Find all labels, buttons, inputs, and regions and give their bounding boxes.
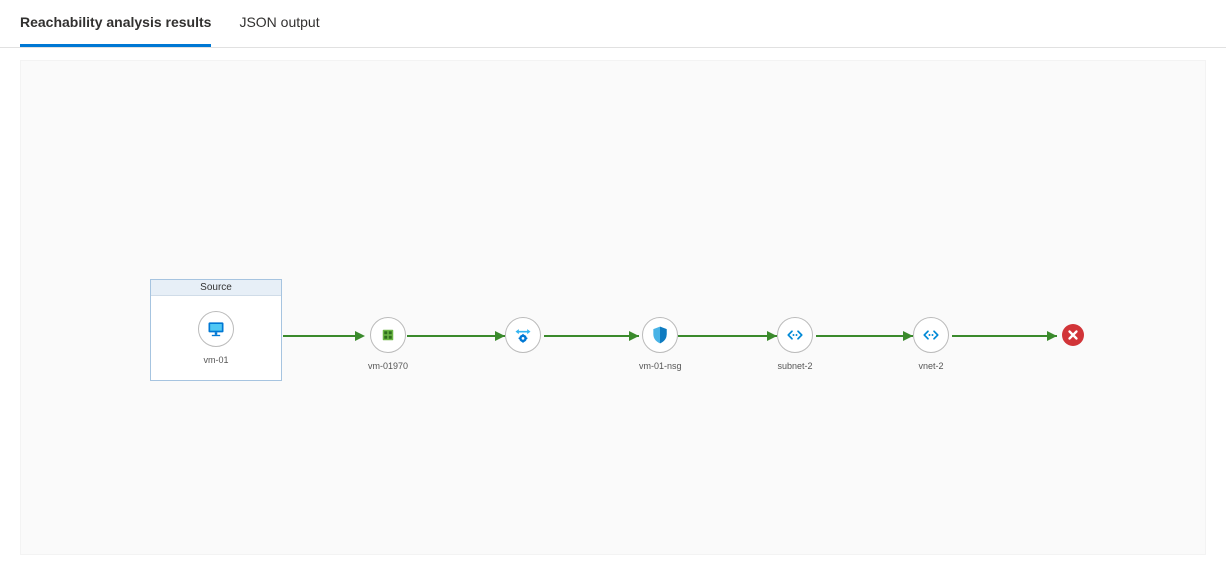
tab-bar: Reachability analysis results JSON outpu… [0, 0, 1226, 48]
node-vnet-label: vnet-2 [918, 361, 943, 371]
node-nic[interactable]: vm-01970 [368, 317, 408, 371]
source-header-label: Source [151, 280, 281, 296]
ipconfig-icon [513, 325, 533, 345]
end-error-node[interactable] [1062, 324, 1084, 346]
node-nsg-label: vm-01-nsg [639, 361, 682, 371]
arrow-3-line [544, 335, 639, 337]
shield-icon [650, 325, 670, 345]
arrow-1-line [283, 335, 355, 337]
arrow-6-head [1047, 331, 1057, 341]
subnet-icon [786, 326, 804, 344]
source-container: Source vm-01 [150, 279, 282, 381]
node-nsg[interactable]: vm-01-nsg [639, 317, 682, 371]
node-subnet[interactable]: subnet-2 [777, 317, 813, 371]
topology-canvas[interactable]: Source vm-01 [20, 60, 1206, 555]
error-icon [1066, 328, 1080, 342]
arrow-1-head [355, 331, 365, 341]
arrow-4-line [678, 335, 777, 337]
vnet-icon [922, 326, 940, 344]
source-node-label: vm-01 [203, 355, 228, 365]
arrow-6-line [952, 335, 1057, 337]
vm-icon [206, 319, 226, 339]
arrow-5-line [816, 335, 913, 337]
source-node-icon[interactable] [198, 311, 234, 347]
arrow-5-head [903, 331, 913, 341]
nic-icon [379, 326, 397, 344]
arrow-2-line [407, 335, 505, 337]
tab-reachability-results[interactable]: Reachability analysis results [20, 0, 211, 47]
arrow-4-head [767, 331, 777, 341]
arrow-2-head [495, 331, 505, 341]
arrow-3-head [629, 331, 639, 341]
node-nic-label: vm-01970 [368, 361, 408, 371]
tab-json-output[interactable]: JSON output [239, 0, 319, 47]
node-vnet[interactable]: vnet-2 [913, 317, 949, 371]
node-subnet-label: subnet-2 [777, 361, 812, 371]
node-ipconfig[interactable] [505, 317, 541, 361]
